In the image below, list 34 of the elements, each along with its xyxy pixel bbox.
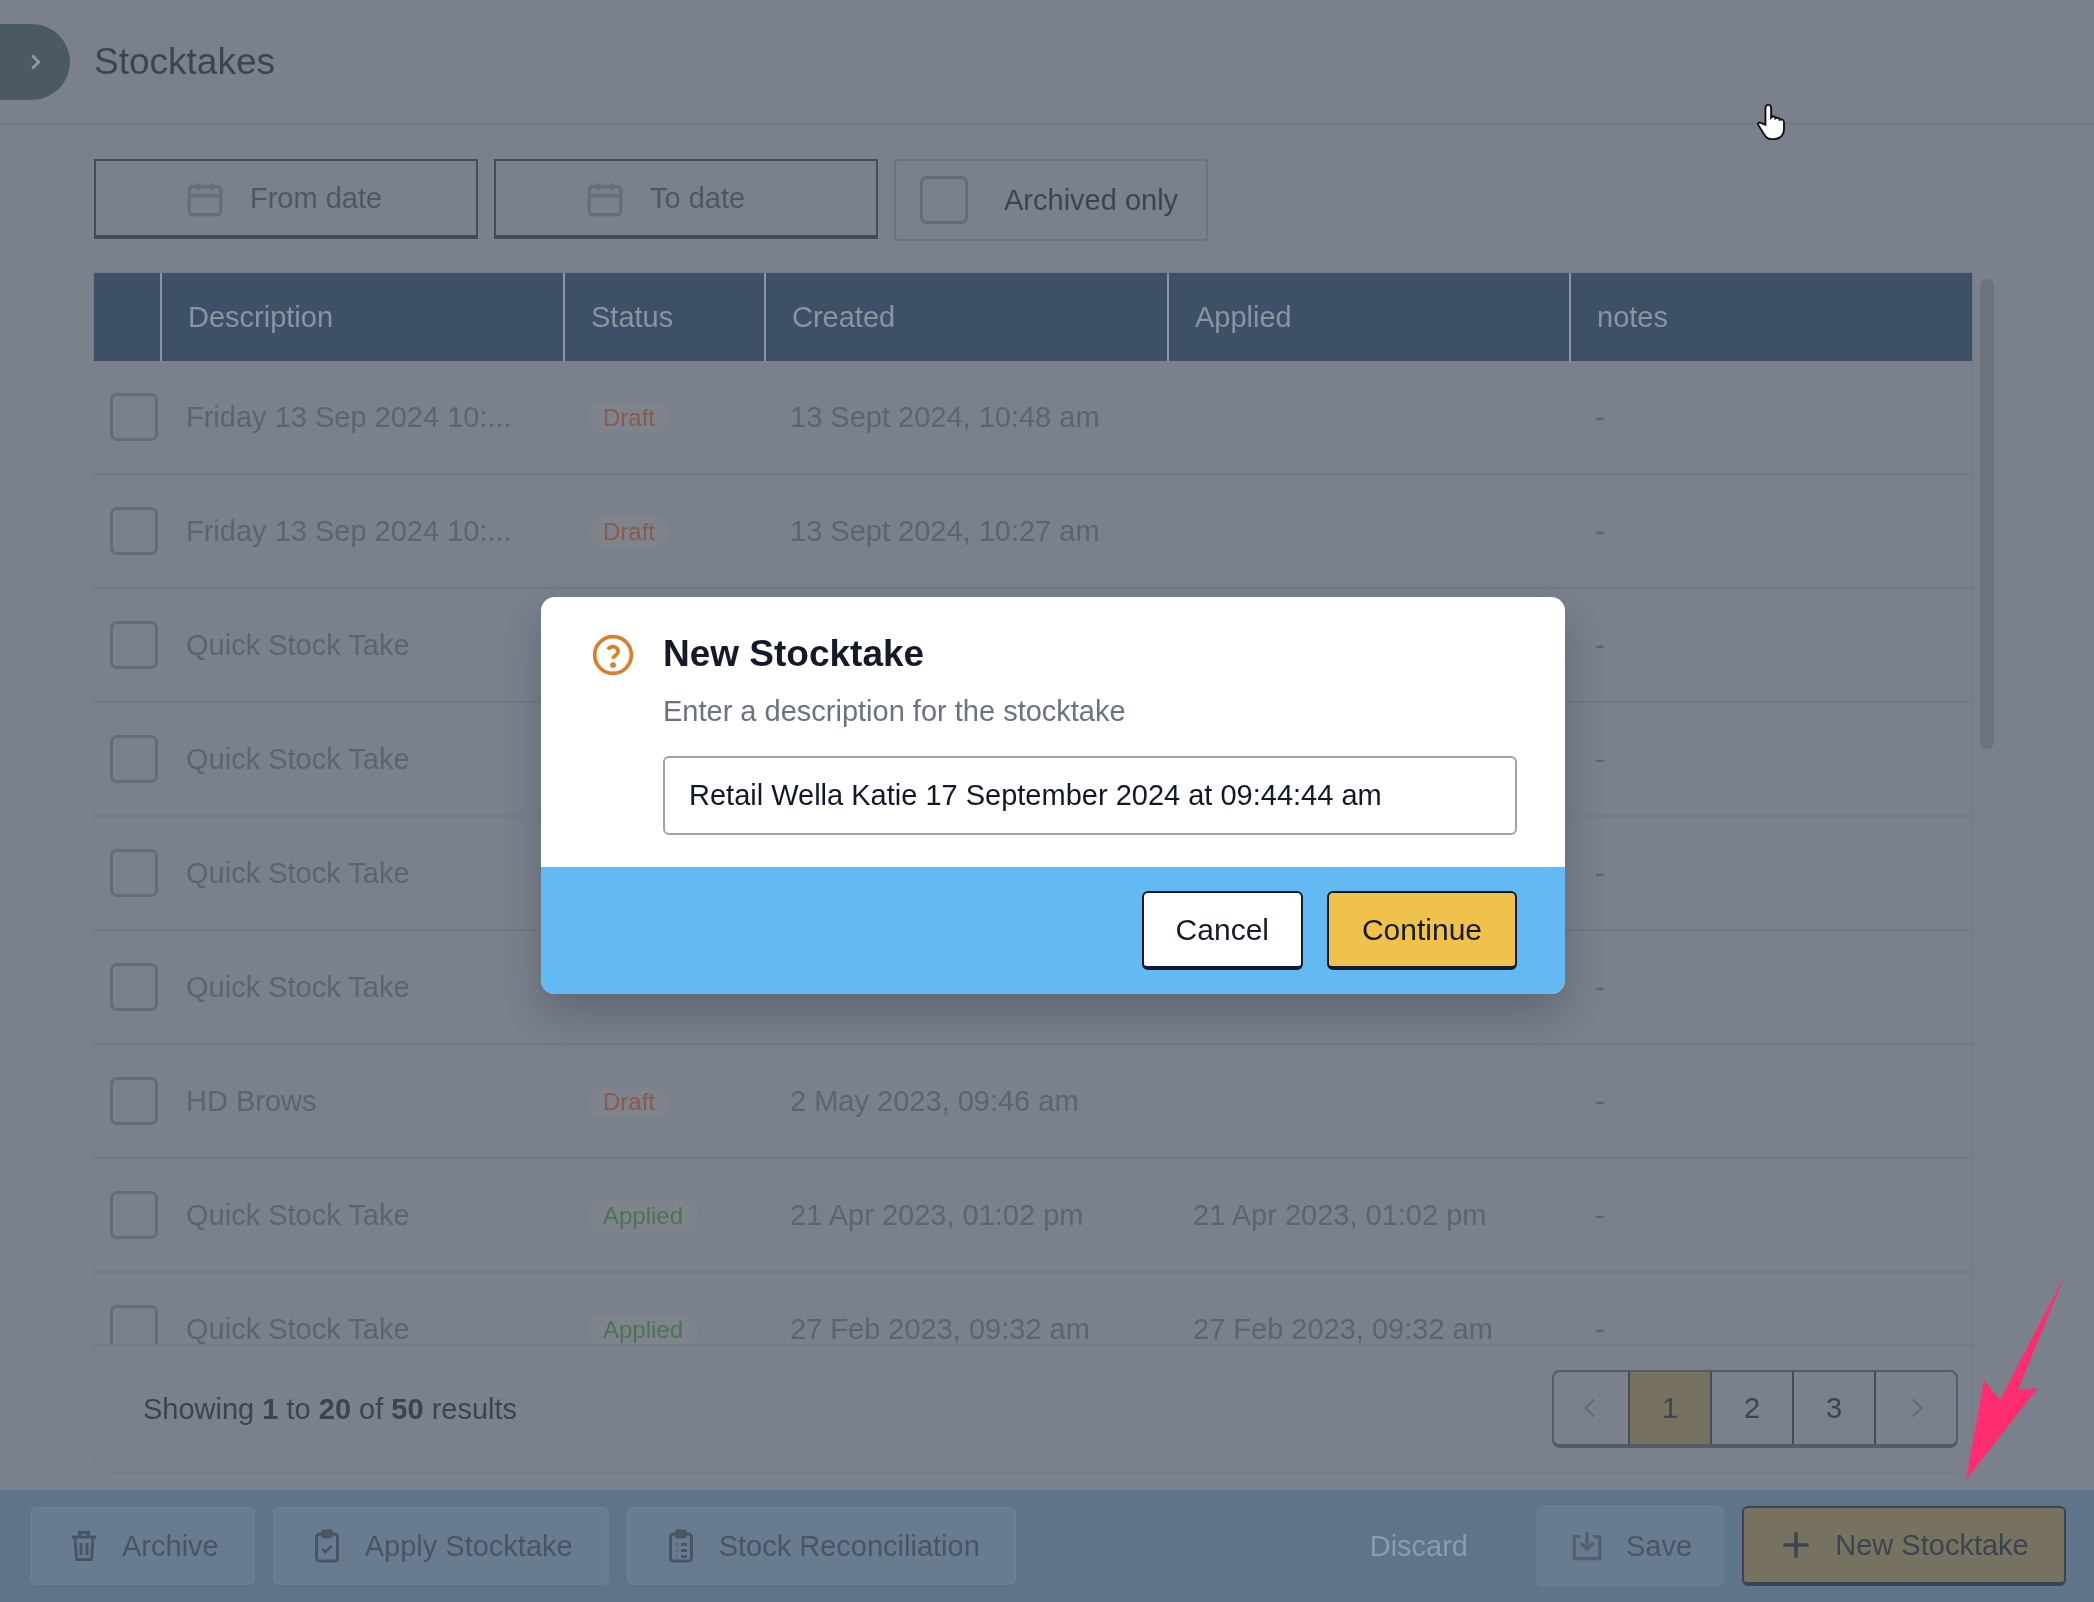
column-header: Applied bbox=[1195, 300, 1292, 334]
dialog-message: Enter a description for the stocktake bbox=[663, 695, 1127, 728]
new-stocktake-button[interactable]: New Stocktake bbox=[1742, 1506, 2066, 1586]
column-header: notes bbox=[1597, 300, 1668, 334]
table-cell: - bbox=[1595, 742, 1605, 775]
table-cell: - bbox=[1595, 1312, 1605, 1344]
table-cell: - bbox=[1595, 970, 1605, 1003]
status-badge: Applied bbox=[589, 1314, 698, 1344]
table-cell: - bbox=[1595, 400, 1605, 433]
page-button[interactable]: 2 bbox=[1710, 1372, 1792, 1444]
table-cell: - bbox=[1595, 1198, 1605, 1231]
table-cell: - bbox=[1595, 856, 1605, 889]
checkbox-label: Archived only bbox=[1004, 183, 1179, 217]
column-header: Created bbox=[792, 300, 896, 334]
column-header: Status bbox=[591, 300, 674, 334]
sidebar-toggle-button[interactable] bbox=[0, 23, 70, 100]
status-badge: Draft bbox=[589, 402, 669, 434]
status-badge: Draft bbox=[589, 1086, 669, 1118]
page-button[interactable]: 3 bbox=[1792, 1372, 1874, 1444]
continue-button[interactable]: Continue bbox=[1327, 891, 1517, 970]
table-cell: - bbox=[1595, 514, 1605, 547]
status-badge: Applied bbox=[589, 1200, 698, 1232]
description-input[interactable]: Retail Wella Katie 17 September 2024 at 09:44:44 am bbox=[663, 756, 1517, 835]
table-cell: - bbox=[1595, 1084, 1605, 1117]
help-icon bbox=[591, 633, 635, 677]
results-summary: Showing 1 to 20 of 50 results bbox=[143, 1392, 518, 1426]
column-header: Description bbox=[188, 300, 334, 334]
dialog-title: New Stocktake bbox=[663, 633, 926, 675]
page-button[interactable]: 1 bbox=[1628, 1372, 1710, 1444]
hand-cursor-icon bbox=[1757, 103, 1785, 141]
cancel-button[interactable]: Cancel bbox=[1141, 891, 1303, 970]
page-title: Stocktakes bbox=[94, 40, 275, 83]
table-cell: - bbox=[1595, 628, 1605, 661]
status-badge: Draft bbox=[589, 516, 669, 548]
